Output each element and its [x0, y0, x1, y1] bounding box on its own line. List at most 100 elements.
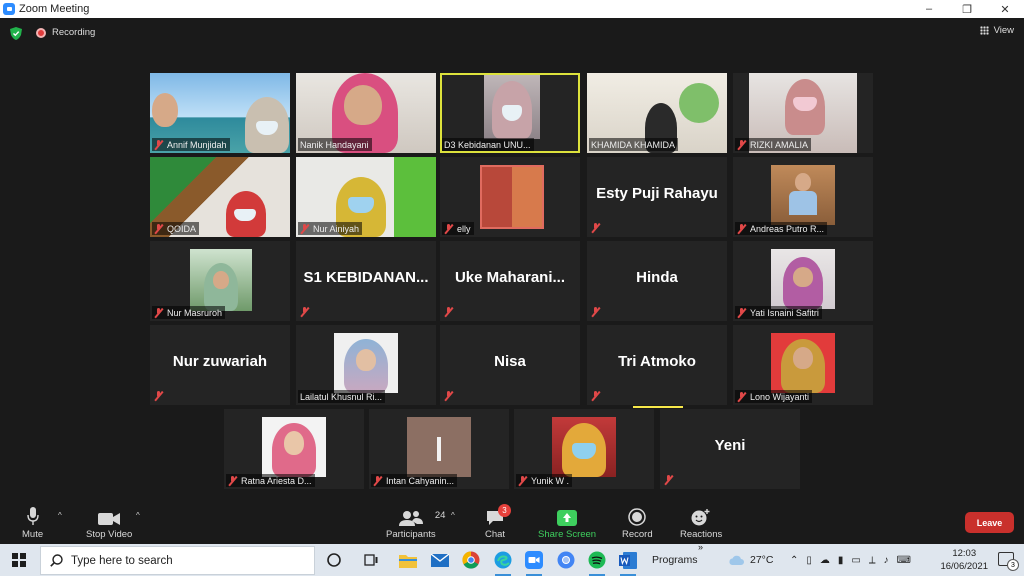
- security-shield-icon[interactable]: [10, 27, 22, 40]
- participant-label: KHAMIDA KHAMIDA: [589, 138, 679, 151]
- participant-display-name: Hinda: [636, 269, 678, 286]
- windows-start-icon[interactable]: [12, 553, 26, 567]
- muted-mic-icon: [591, 391, 600, 401]
- zoom-taskbar-icon[interactable]: [524, 550, 544, 576]
- record-button[interactable]: Record: [622, 506, 653, 540]
- window-title: Zoom Meeting: [19, 3, 90, 15]
- mail-icon[interactable]: [430, 550, 450, 570]
- participant-face: [152, 93, 178, 127]
- participant-tile[interactable]: KHAMIDA KHAMIDA: [587, 73, 727, 153]
- input-method-icon[interactable]: ⌨: [897, 555, 911, 566]
- taskbar-clock[interactable]: 12:03 16/06/2021: [940, 547, 988, 573]
- participant-label: Andreas Putro R...: [735, 222, 828, 235]
- taskbar-search-input[interactable]: Type here to search: [40, 546, 315, 575]
- participant-display-name: Nisa: [494, 353, 526, 370]
- participant-name: Nur Masruroh: [167, 307, 223, 318]
- participants-count: 24: [434, 510, 446, 521]
- onedrive-cloud-icon[interactable]: ☁: [820, 555, 830, 566]
- view-button[interactable]: View: [979, 25, 1014, 36]
- zoom-app-icon: [3, 3, 15, 15]
- chat-button[interactable]: 3 Chat: [485, 504, 512, 540]
- smiley-reaction-icon: [691, 509, 710, 526]
- participant-tile[interactable]: RIZKI AMALIA: [733, 73, 873, 153]
- participant-tile[interactable]: Nur zuwariah: [150, 325, 290, 405]
- spotify-icon[interactable]: [587, 550, 607, 576]
- participant-tile[interactable]: Uke Maharani...: [440, 241, 580, 321]
- recording-indicator[interactable]: Recording: [36, 27, 95, 38]
- device-icon[interactable]: ▯: [806, 555, 812, 566]
- participant-tile[interactable]: QOIDA: [150, 157, 290, 237]
- participants-options-chevron-icon[interactable]: ^: [451, 511, 455, 520]
- battery-icon[interactable]: ▭: [851, 555, 860, 566]
- chat-label: Chat: [485, 529, 506, 540]
- volume-icon[interactable]: ♪: [884, 555, 889, 566]
- recording-label: Recording: [52, 27, 96, 38]
- participant-face: [284, 431, 304, 455]
- participant-tile[interactable]: Ratna Ariesta D...: [224, 409, 364, 489]
- participant-face: [793, 347, 813, 369]
- share-screen-arrow-icon: [557, 510, 578, 526]
- participant-tile[interactable]: S1 KEBIDANAN...: [296, 241, 436, 321]
- maximize-button[interactable]: ❐: [948, 0, 986, 18]
- stop-video-button[interactable]: Stop Video: [86, 506, 132, 540]
- participant-tile[interactable]: Tri Atmoko: [587, 325, 727, 405]
- muted-mic-icon: [737, 223, 746, 234]
- participant-label: Lailatul Khusnul Ri...: [298, 390, 386, 403]
- leave-button[interactable]: Leave: [965, 512, 1014, 533]
- programs-toolbar[interactable]: Programs »: [652, 542, 703, 576]
- participant-tile[interactable]: Hinda: [587, 241, 727, 321]
- network-icon[interactable]: ⟂: [869, 555, 876, 566]
- edge-icon[interactable]: [493, 550, 513, 576]
- participant-name: QOIDA: [167, 223, 197, 234]
- muted-mic-icon: [444, 223, 453, 234]
- chrome-icon[interactable]: [461, 550, 481, 570]
- participant-tile[interactable]: Lailatul Khusnul Ri...: [296, 325, 436, 405]
- participant-tile-active-speaker[interactable]: D3 Kebidanan UNU...: [440, 73, 580, 153]
- participant-profile-photo: [480, 165, 544, 229]
- muted-mic-icon: [154, 223, 163, 234]
- participant-tile[interactable]: Esty Puji Rahayu: [587, 157, 727, 237]
- video-options-chevron-icon[interactable]: ^: [136, 511, 140, 520]
- participants-button[interactable]: 24 Participants: [386, 506, 445, 540]
- participant-tile[interactable]: Nur Masruroh: [150, 241, 290, 321]
- participant-tile[interactable]: Nisa: [440, 325, 580, 405]
- word-icon[interactable]: [618, 550, 638, 576]
- weather-widget[interactable]: 27°C: [728, 544, 773, 576]
- muted-mic-icon: [228, 475, 237, 486]
- close-button[interactable]: ✕: [986, 0, 1024, 18]
- participant-profile-photo: [334, 333, 398, 393]
- participant-display-name: Esty Puji Rahayu: [596, 185, 718, 202]
- initial-letter-mark: [437, 437, 441, 461]
- notification-center-icon[interactable]: 3: [998, 552, 1019, 571]
- participant-name: Nur Ainiyah: [313, 223, 360, 234]
- participant-tile[interactable]: Andreas Putro R...: [733, 157, 873, 237]
- record-label: Record: [622, 529, 653, 540]
- participant-tile[interactable]: Yeni: [660, 409, 800, 489]
- share-screen-button[interactable]: Share Screen: [538, 506, 596, 540]
- minimize-button[interactable]: –: [910, 0, 948, 18]
- mute-button[interactable]: Mute: [22, 506, 43, 540]
- participant-tile[interactable]: Nur Ainiyah: [296, 157, 436, 237]
- participant-tile[interactable]: Yati Isnaini Safitri: [733, 241, 873, 321]
- participant-tile[interactable]: elly: [440, 157, 580, 237]
- phone-icon[interactable]: ▮: [838, 555, 844, 566]
- cortana-icon[interactable]: [324, 550, 344, 570]
- microphone-icon: [26, 507, 39, 525]
- participant-tile[interactable]: Lono Wijayanti: [733, 325, 873, 405]
- grid-view-icon: [979, 26, 989, 35]
- audio-options-chevron-icon[interactable]: ^: [58, 511, 62, 520]
- participant-shirt: [789, 191, 817, 215]
- file-explorer-icon[interactable]: [398, 550, 418, 570]
- chrome-profile-icon[interactable]: [556, 550, 576, 570]
- participant-tile[interactable]: Nanik Handayani: [296, 73, 436, 153]
- muted-mic-icon: [154, 307, 163, 318]
- participant-tile[interactable]: Annif Munjidah: [150, 73, 290, 153]
- participant-tile[interactable]: Yunik W .: [514, 409, 654, 489]
- task-view-icon[interactable]: [361, 550, 381, 570]
- participant-label: Intan Cahyanin...: [371, 474, 458, 487]
- share-screen-label: Share Screen: [538, 529, 597, 540]
- reactions-button[interactable]: Reactions: [680, 506, 722, 540]
- show-hidden-icons-chevron-icon[interactable]: ⌃: [790, 555, 798, 566]
- participant-tile[interactable]: Intan Cahyanin...: [369, 409, 509, 489]
- mute-label: Mute: [22, 529, 44, 540]
